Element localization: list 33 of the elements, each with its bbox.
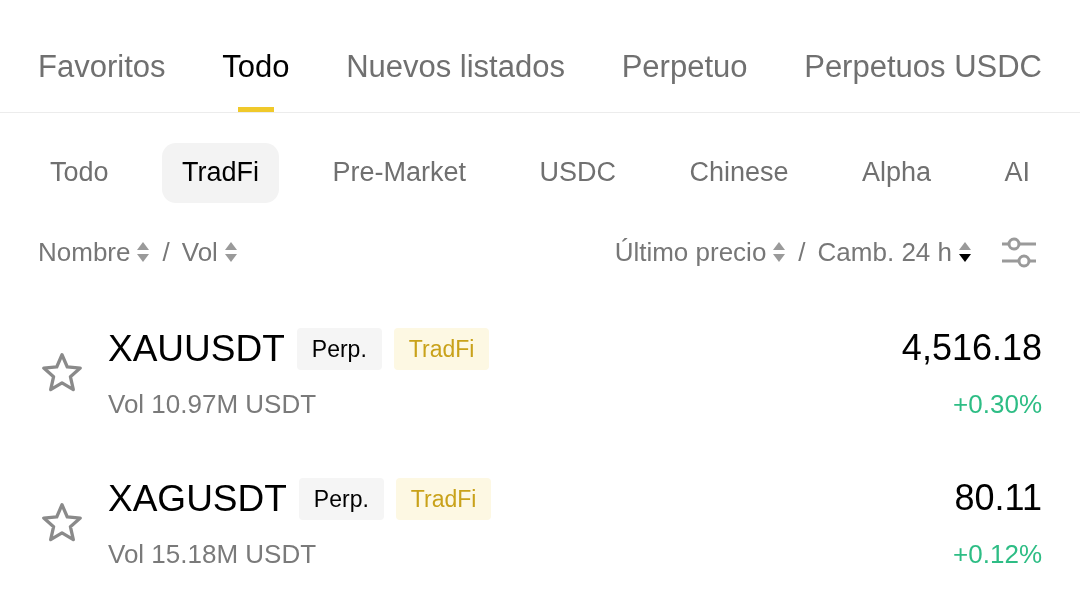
volume-text: Vol 10.97M USDT	[108, 387, 318, 421]
change-text: +0.12%	[953, 538, 1042, 571]
sort-button[interactable]: Camb. 24 h	[817, 232, 972, 272]
filter-chip[interactable]: Alpha	[841, 142, 951, 203]
tag-badge: TradFi	[393, 327, 490, 371]
volume-text: Vol 15.18M USDT	[108, 537, 318, 571]
tab[interactable]: Todo	[222, 44, 290, 112]
tab[interactable]: Perpetuo	[621, 44, 748, 112]
tag-badge: TradFi	[395, 477, 492, 521]
filter-chip[interactable]: AI	[984, 142, 1050, 203]
separator-text: /	[162, 235, 170, 269]
filter-chip[interactable]: Pre-Market	[312, 142, 486, 203]
tag-badge: Perp.	[296, 327, 382, 371]
settings-sliders-icon[interactable]	[1000, 235, 1038, 269]
sort-button[interactable]: Último precio	[614, 232, 787, 272]
price-text: 80.11	[954, 476, 1042, 520]
filter-chip[interactable]: Todo	[30, 142, 129, 203]
tag-badge: Perp.	[298, 477, 384, 521]
star-icon[interactable]	[40, 501, 84, 544]
tab[interactable]: Favoritos	[38, 44, 166, 112]
tab[interactable]: Perpetuos USDC	[804, 44, 1042, 112]
filter-chip[interactable]: TradFi	[162, 142, 280, 203]
tab[interactable]: Nuevos listados	[346, 44, 565, 112]
price-text: 4,516.18	[901, 326, 1042, 370]
filter-chip[interactable]: USDC	[519, 142, 636, 203]
sort-button[interactable]: Nombre	[38, 232, 151, 272]
symbol-text: XAGUSDT	[108, 477, 287, 522]
symbol-text: XAUUSDT	[108, 327, 285, 372]
change-text: +0.30%	[953, 388, 1042, 421]
sort-button[interactable]: Vol	[181, 232, 238, 272]
star-icon[interactable]	[40, 351, 84, 394]
separator-text: /	[798, 235, 806, 269]
filter-chip[interactable]: Chinese	[669, 142, 809, 203]
